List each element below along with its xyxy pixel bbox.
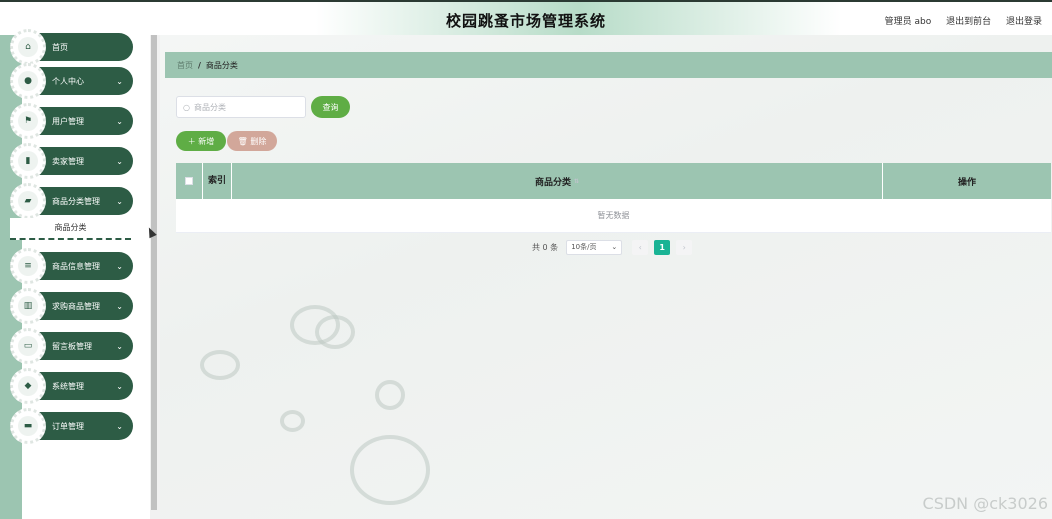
chevron-down-icon: ⌄ — [116, 381, 123, 391]
sidebar-item-label: 求购商品管理 — [52, 301, 100, 311]
delete-button[interactable]: 🗑 删除 — [227, 131, 277, 151]
menu-icon-badge: ● — [10, 63, 46, 99]
folder-icon: ▰ — [18, 191, 38, 211]
menu-icon-badge: ▰ — [10, 183, 46, 219]
plus-icon: ＋ — [187, 136, 199, 146]
top-header: 校园跳蚤市场管理系统 管理员 abo 退出到前台 退出登录 — [0, 0, 1052, 35]
chevron-down-icon: ⌄ — [116, 421, 123, 431]
empty-text: 暂无数据 — [597, 211, 630, 220]
main-content: 首页 / 商品分类 ○ 商品分类 查询 ＋ 新增 🗑 删除 索引 商品分类 ⇅ … — [160, 35, 1052, 519]
column-header-category[interactable]: 商品分类 ⇅ — [232, 163, 883, 199]
sidebar-item-home[interactable]: ⌂ 首页 — [10, 29, 133, 65]
bar-chart-icon: ▥ — [18, 296, 38, 316]
menu-icon-badge: ▮ — [10, 143, 46, 179]
background-decoration — [315, 315, 355, 349]
menu-icon-badge: ⚑ — [10, 103, 46, 139]
logout-link[interactable]: 退出登录 — [1006, 17, 1042, 27]
chart-icon: ▮ — [18, 151, 38, 171]
submenu-item-category[interactable]: 商品分类 — [10, 218, 131, 240]
chevron-down-icon: ⌄ — [116, 156, 123, 166]
message-icon: ▭ — [18, 336, 38, 356]
chevron-down-icon: ⌄ — [116, 196, 123, 206]
sidebar-item-label: 留言板管理 — [52, 341, 92, 351]
category-search-input[interactable]: ○ 商品分类 — [176, 96, 306, 118]
monitor-icon: ▬ — [18, 416, 38, 436]
page-size-select[interactable]: 10条/页 ⌄ — [566, 239, 623, 255]
chevron-down-icon: ⌄ — [116, 301, 123, 311]
next-page-button[interactable]: › — [676, 239, 693, 255]
sidebar-item-wanted[interactable]: ▥ 求购商品管理 ⌄ — [10, 288, 133, 324]
sidebar-item-product-info[interactable]: ≡ 商品信息管理 ⌄ — [10, 248, 133, 284]
page-number-button[interactable]: 1 — [654, 239, 671, 255]
chevron-down-icon: ⌄ — [116, 261, 123, 271]
pagination: 共 0 条 10条/页 ⌄ ‹ 1 › — [532, 239, 698, 255]
total-count: 共 0 条 — [532, 242, 559, 252]
sidebar-item-label: 个人中心 — [52, 76, 84, 86]
menu-icon-badge: ⌂ — [10, 29, 46, 65]
background-decoration — [375, 380, 405, 410]
add-button[interactable]: ＋ 新增 — [176, 131, 226, 151]
sidebar-item-label: 卖家管理 — [52, 156, 84, 166]
search-placeholder: 商品分类 — [193, 102, 226, 112]
back-to-front-link[interactable]: 退出到前台 — [946, 17, 991, 27]
menu-icon-badge: ▬ — [10, 408, 46, 444]
submenu-item-label: 商品分类 — [54, 223, 87, 232]
home-icon: ⌂ — [18, 37, 38, 57]
column-header-index: 索引 — [203, 163, 232, 199]
chevron-down-icon: ⌄ — [116, 341, 123, 351]
chevron-down-icon: ⌄ — [116, 76, 123, 86]
watermark: CSDN @ck3026 — [922, 494, 1048, 513]
column-header-label: 商品分类 — [534, 177, 571, 188]
breadcrumb-separator: / — [198, 60, 201, 70]
background-decoration — [200, 350, 240, 380]
chevron-down-icon: ⌄ — [611, 243, 618, 251]
menu-icon-badge: ▭ — [10, 328, 46, 364]
sidebar-item-label: 用户管理 — [52, 116, 84, 126]
flag-icon: ⚑ — [18, 111, 38, 131]
search-icon: ○ — [183, 102, 190, 112]
trash-icon: 🗑 — [237, 136, 251, 146]
select-all-checkbox[interactable] — [185, 177, 193, 185]
page-size-value: 10条/页 — [571, 243, 597, 251]
chevron-down-icon: ⌄ — [116, 116, 123, 126]
sort-icon[interactable]: ⇅ — [574, 178, 579, 185]
user-icon: ● — [18, 71, 38, 91]
category-table: 索引 商品分类 ⇅ 操作 暂无数据 — [176, 163, 1051, 233]
header-actions: 管理员 abo 退出到前台 退出登录 — [873, 14, 1042, 27]
background-decoration — [280, 410, 305, 432]
sidebar-item-sellers[interactable]: ▮ 卖家管理 ⌄ — [10, 143, 133, 179]
breadcrumb-current: 商品分类 — [205, 60, 238, 70]
select-all-cell — [176, 163, 203, 199]
breadcrumb: 首页 / 商品分类 — [165, 52, 1052, 78]
delete-button-label: 删除 — [250, 136, 267, 146]
sidebar-item-category-mgmt[interactable]: ▰ 商品分类管理 ⌄ — [10, 183, 133, 219]
column-header-actions: 操作 — [957, 177, 976, 188]
background-decoration — [350, 435, 430, 505]
list-icon: ≡ — [18, 256, 38, 276]
sidebar: ⌂ 首页 ● 个人中心 ⌄ ⚑ 用户管理 ⌄ ▮ 卖家管理 ⌄ ▰ 商品分类管理… — [10, 29, 150, 519]
menu-icon-badge: ◆ — [10, 368, 46, 404]
menu-icon-badge: ▥ — [10, 288, 46, 324]
sidebar-item-system[interactable]: ◆ 系统管理 ⌄ — [10, 368, 133, 404]
table-header: 索引 商品分类 ⇅ 操作 — [176, 163, 1051, 199]
sidebar-item-label: 商品分类管理 — [52, 196, 100, 206]
admin-label: 管理员 abo — [884, 17, 932, 27]
add-button-label: 新增 — [198, 136, 215, 146]
sidebar-item-orders[interactable]: ▬ 订单管理 ⌄ — [10, 408, 133, 444]
query-button[interactable]: 查询 — [311, 96, 350, 118]
sidebar-item-users[interactable]: ⚑ 用户管理 ⌄ — [10, 103, 133, 139]
scrollbar-thumb[interactable] — [151, 35, 157, 510]
sidebar-item-profile[interactable]: ● 个人中心 ⌄ — [10, 63, 133, 99]
prev-page-button[interactable]: ‹ — [632, 239, 649, 255]
table-empty-row: 暂无数据 — [176, 199, 1051, 233]
breadcrumb-home[interactable]: 首页 — [177, 60, 193, 71]
menu-icon-badge: ≡ — [10, 248, 46, 284]
sidebar-scrollbar[interactable] — [150, 35, 160, 519]
sidebar-item-label: 订单管理 — [52, 421, 84, 431]
sidebar-item-messages[interactable]: ▭ 留言板管理 ⌄ — [10, 328, 133, 364]
sidebar-item-label: 商品信息管理 — [52, 261, 100, 271]
sidebar-item-label: 系统管理 — [52, 381, 84, 391]
shield-icon: ◆ — [18, 376, 38, 396]
sidebar-item-label: 首页 — [52, 42, 68, 52]
